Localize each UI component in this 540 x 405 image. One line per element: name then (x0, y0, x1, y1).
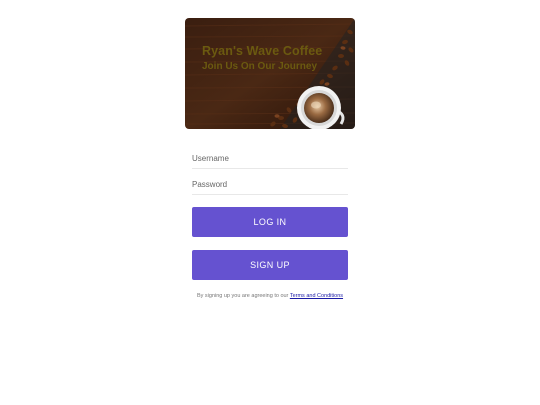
username-input[interactable] (192, 149, 348, 169)
terms-notice: By signing up you are agreeing to our Te… (192, 292, 348, 301)
coffee-hero-image (185, 18, 355, 129)
login-button[interactable]: LOG IN (192, 207, 348, 237)
hero-title: Ryan's Wave Coffee (202, 44, 323, 58)
hero-subtitle: Join Us On Our Journey (202, 61, 318, 72)
terms-text: By signing up you are agreeing to our (196, 293, 290, 299)
terms-link[interactable]: Terms and Conditions (290, 293, 343, 299)
signup-button[interactable]: SIGN UP (192, 250, 348, 280)
hero-banner: Ryan's Wave Coffee Join Us On Our Journe… (185, 18, 355, 129)
login-page: Ryan's Wave Coffee Join Us On Our Journe… (0, 0, 540, 405)
password-input[interactable] (192, 175, 348, 195)
